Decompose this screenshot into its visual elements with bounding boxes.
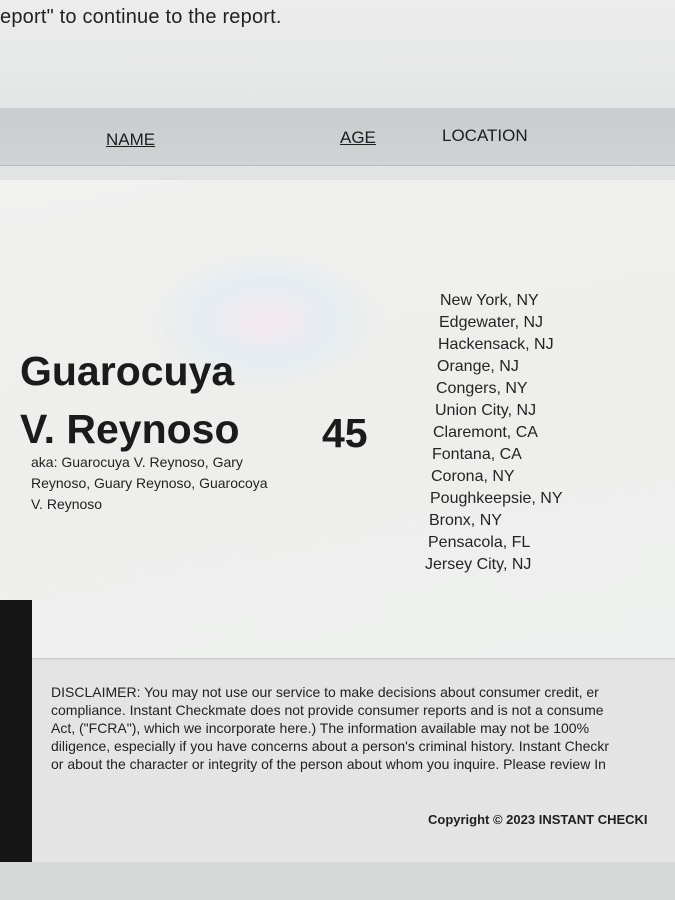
monitor-bezel-edge bbox=[0, 600, 32, 862]
person-name[interactable]: Guarocuya V. Reynoso bbox=[20, 342, 300, 458]
disclaimer-line: DISCLAIMER: You may not use our service … bbox=[51, 684, 599, 700]
location-item: Corona, NY bbox=[431, 468, 515, 485]
instruction-text: eport" to continue to the report. bbox=[0, 6, 282, 28]
location-item: Bronx, NY bbox=[429, 512, 502, 529]
location-item: New York, NY bbox=[440, 292, 539, 309]
bottom-strip bbox=[0, 862, 675, 900]
aka-names: aka: Guarocuya V. Reynoso, Gary Reynoso,… bbox=[31, 454, 268, 512]
location-item: Jersey City, NJ bbox=[425, 556, 532, 573]
location-item: Orange, NJ bbox=[437, 358, 519, 375]
person-name-line2: V. Reynoso bbox=[20, 406, 240, 452]
disclaimer-line: Act, ("FCRA"), which we incorporate here… bbox=[51, 720, 590, 736]
person-name-line1: Guarocuya bbox=[20, 348, 235, 394]
copyright-text: Copyright © 2023 INSTANT CHECKI bbox=[428, 812, 648, 827]
disclaimer-text: DISCLAIMER: You may not use our service … bbox=[51, 683, 675, 807]
results-table-header bbox=[0, 108, 675, 166]
column-header-name[interactable]: NAME bbox=[106, 130, 155, 150]
location-item: Hackensack, NJ bbox=[438, 336, 554, 353]
disclaimer-line: diligence, especially if you have concer… bbox=[51, 738, 610, 754]
disclaimer-line: or about the character or integrity of t… bbox=[51, 756, 606, 772]
location-list: New York, NY Edgewater, NJ Hackensack, N… bbox=[425, 290, 563, 576]
location-item: Claremont, CA bbox=[433, 424, 538, 441]
location-item: Congers, NY bbox=[436, 380, 528, 397]
location-item: Union City, NJ bbox=[435, 402, 537, 419]
location-item: Fontana, CA bbox=[432, 446, 522, 463]
location-item: Edgewater, NJ bbox=[439, 314, 544, 331]
column-header-age[interactable]: AGE bbox=[340, 128, 376, 148]
age-value: 45 bbox=[322, 410, 368, 456]
column-header-location: LOCATION bbox=[442, 126, 528, 145]
top-area: eport" to continue to the report. bbox=[0, 0, 675, 108]
location-item: Poughkeepsie, NY bbox=[430, 490, 563, 507]
disclaimer-line: compliance. Instant Checkmate does not p… bbox=[51, 702, 604, 718]
location-item: Pensacola, FL bbox=[428, 534, 531, 551]
